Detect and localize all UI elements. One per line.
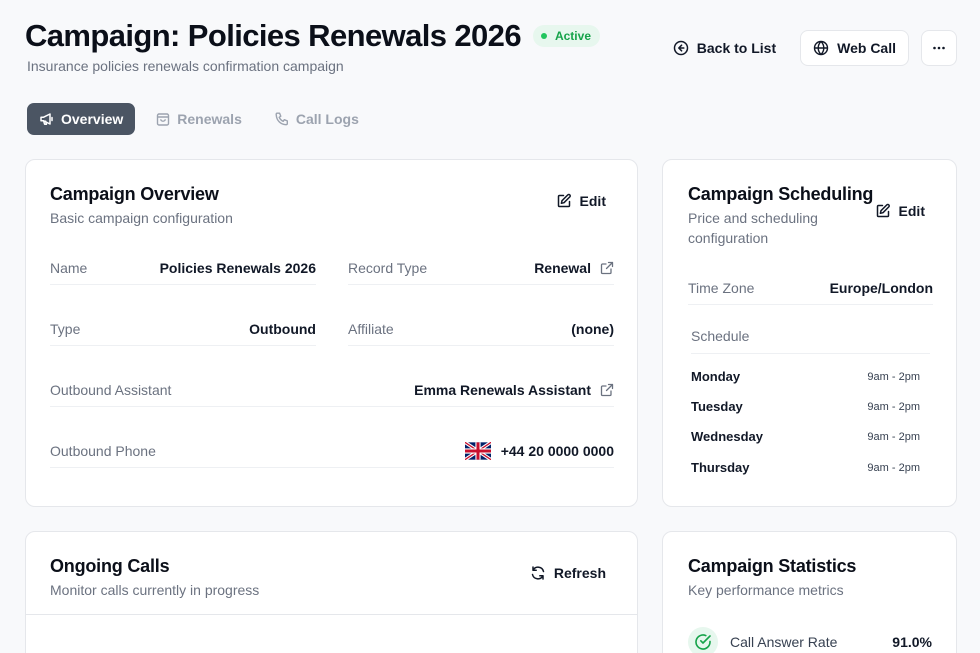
tab-overview[interactable]: Overview [27, 103, 136, 135]
field-schedule: Schedule [691, 318, 930, 354]
field-record-type: Record Type Renewal [348, 251, 614, 285]
tab-bar: Overview Renewals Call Logs [27, 103, 379, 135]
ongoing-title: Ongoing Calls [50, 556, 170, 576]
status-badge: Active [532, 25, 600, 47]
page-header: Campaign: Policies Renewals 2026 Active … [25, 18, 600, 74]
overview-subtitle: Basic campaign configuration [50, 210, 233, 226]
refresh-icon [530, 565, 546, 581]
campaign-scheduling-card: Campaign Scheduling Price and scheduling… [662, 159, 957, 507]
check-circle-icon [688, 627, 718, 653]
field-name: Name Policies Renewals 2026 [50, 251, 316, 285]
edit-overview-button[interactable]: Edit [556, 193, 606, 209]
header-actions: Back to List Web Call [661, 30, 957, 66]
schedule-row-thursday: Thursday 9am - 2pm [691, 460, 920, 475]
tab-renewals[interactable]: Renewals [143, 103, 254, 135]
more-horizontal-icon [931, 40, 947, 56]
stats-subtitle: Key performance metrics [688, 582, 844, 598]
ongoing-divider [26, 614, 637, 615]
edit-scheduling-button[interactable]: Edit [875, 203, 925, 219]
scheduling-title: Campaign Scheduling [688, 184, 874, 204]
arrow-left-circle-icon [673, 40, 689, 56]
shopping-bag-icon [155, 111, 171, 127]
schedule-row-tuesday: Tuesday 9am - 2pm [691, 399, 920, 414]
megaphone-icon [39, 111, 55, 127]
field-type: Type Outbound [50, 312, 316, 346]
page-subtitle: Insurance policies renewals confirmation… [27, 58, 344, 74]
stat-answer-rate: Call Answer Rate 91.0% [688, 627, 932, 653]
scheduling-subtitle: Price and scheduling configuration [688, 210, 818, 246]
field-outbound-phone: Outbound Phone +44 20 0000 0000 [50, 434, 614, 468]
phone-icon [274, 111, 290, 127]
ongoing-subtitle: Monitor calls currently in progress [50, 582, 260, 598]
field-outbound-assistant: Outbound Assistant Emma Renewals Assista… [50, 373, 614, 407]
tab-call-logs[interactable]: Call Logs [262, 103, 371, 135]
external-link-icon[interactable] [600, 261, 614, 275]
stats-title: Campaign Statistics [688, 556, 857, 576]
campaign-statistics-card: Campaign Statistics Key performance metr… [662, 531, 957, 653]
page-title: Campaign: Policies Renewals 2026 [25, 18, 522, 53]
globe-icon [813, 40, 829, 56]
more-options-button[interactable] [921, 30, 957, 66]
back-to-list-button[interactable]: Back to List [661, 30, 788, 66]
external-link-icon[interactable] [600, 383, 614, 397]
schedule-row-monday: Monday 9am - 2pm [691, 369, 920, 384]
overview-title: Campaign Overview [50, 184, 219, 204]
field-affiliate: Affiliate (none) [348, 312, 614, 346]
edit-icon [556, 193, 572, 209]
refresh-button[interactable]: Refresh [530, 565, 606, 581]
field-time-zone: Time Zone Europe/London [688, 271, 933, 305]
campaign-overview-card: Campaign Overview Basic campaign configu… [25, 159, 638, 507]
schedule-row-wednesday: Wednesday 9am - 2pm [691, 429, 920, 444]
edit-icon [875, 203, 891, 219]
uk-flag-icon [464, 441, 491, 460]
ongoing-calls-card: Ongoing Calls Monitor calls currently in… [25, 531, 638, 653]
web-call-button[interactable]: Web Call [800, 30, 909, 66]
status-dot-icon [540, 33, 547, 39]
